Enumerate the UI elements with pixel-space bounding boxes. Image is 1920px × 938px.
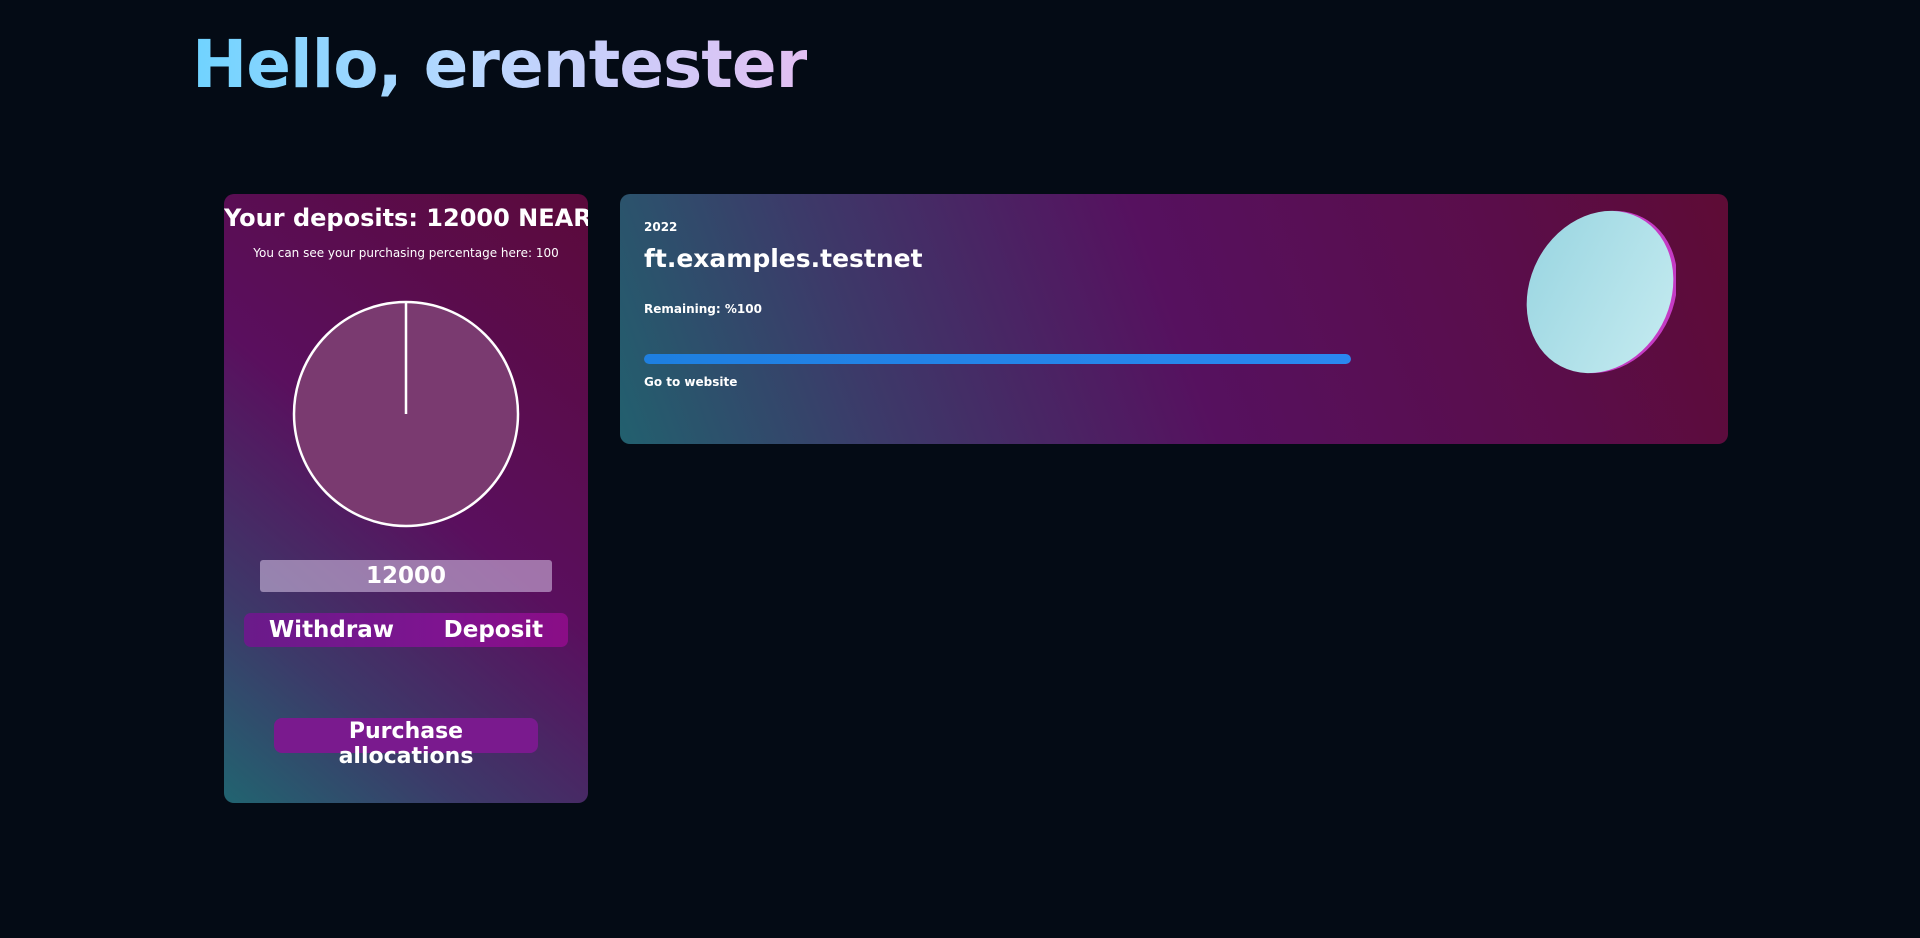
purchasing-percentage-text: You can see your purchasing percentage h… xyxy=(253,246,559,260)
purchasing-pie-chart xyxy=(292,300,520,528)
greeting-title: Hello, erentester xyxy=(192,26,808,103)
progress-fill xyxy=(644,354,1351,364)
page: Hello, erentester Your deposits: 12000 N… xyxy=(0,0,1920,938)
logo-face xyxy=(1526,210,1674,374)
withdraw-button[interactable]: Withdraw xyxy=(263,617,400,643)
ellipse-token-logo-icon xyxy=(1526,210,1676,374)
project-remaining: Remaining: %100 xyxy=(644,302,762,316)
deposits-title: Your deposits: 12000 NEAR xyxy=(224,204,588,232)
amount-input[interactable] xyxy=(260,560,552,592)
remaining-progress-bar xyxy=(644,354,1351,364)
go-to-website-link[interactable]: Go to website xyxy=(644,375,737,389)
purchase-allocations-button[interactable]: Purchase allocations xyxy=(274,718,538,769)
project-card[interactable]: 2022 ft.examples.testnet Remaining: %100… xyxy=(620,194,1728,444)
deposit-button[interactable]: Deposit xyxy=(438,617,550,643)
project-name: ft.examples.testnet xyxy=(644,244,923,273)
deposit-card: Your deposits: 12000 NEAR You can see yo… xyxy=(224,194,588,803)
project-year: 2022 xyxy=(644,220,678,234)
deposit-actions: Withdraw Deposit xyxy=(244,613,568,647)
